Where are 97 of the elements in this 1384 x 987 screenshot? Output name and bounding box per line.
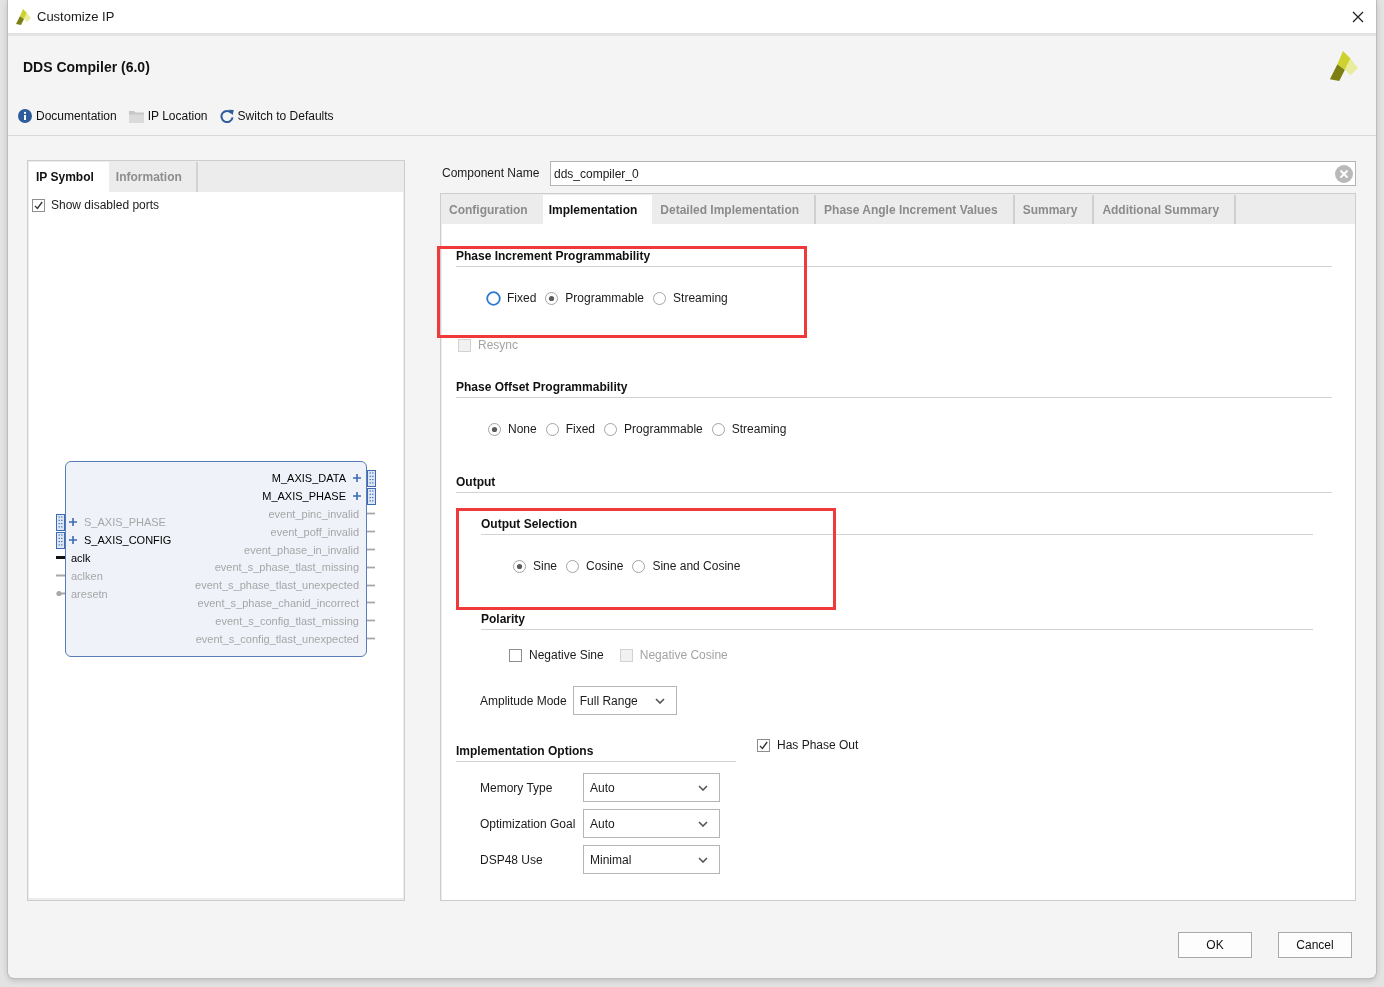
dropdown[interactable]: Minimal: [583, 845, 720, 874]
tab[interactable]: IP Symbol: [29, 162, 109, 192]
checkbox[interactable]: [32, 198, 45, 212]
radio-label: Fixed: [565, 422, 596, 436]
text-field[interactable]: dds_compiler_0: [550, 161, 1356, 186]
section-title: Phase Offset Programmability: [456, 380, 628, 394]
toolbar-button[interactable]: Switch to Defaults: [219, 106, 334, 126]
plus-icon[interactable]: [353, 492, 361, 501]
field-label: DSP48 Use: [480, 852, 544, 867]
bus-port-icon: [367, 487, 376, 505]
section-title: Output: [456, 475, 496, 489]
plus-icon[interactable]: [353, 474, 361, 483]
radio-label: Cosine: [586, 559, 624, 573]
checkbox-label: Negative Sine: [529, 648, 604, 662]
port-label: S_AXIS_PHASE: [84, 516, 166, 529]
dropdown[interactable]: Auto: [583, 809, 720, 838]
section-title: Polarity: [481, 612, 525, 626]
close-icon: [1352, 10, 1364, 23]
caret-icon: [698, 856, 708, 863]
port-label: M_AXIS_PHASE: [262, 490, 346, 503]
pin-icon: [367, 601, 375, 605]
info-icon: [18, 109, 32, 123]
dialog-button[interactable]: Cancel: [1278, 932, 1352, 958]
pin-with-circle-icon: [56, 590, 65, 598]
radio-label: Streaming: [731, 422, 787, 436]
pin-icon: [367, 565, 375, 569]
tab[interactable]: Implementation: [542, 195, 653, 224]
radio-button[interactable]: [486, 290, 501, 306]
radio-button[interactable]: [566, 559, 580, 573]
checkbox-label: Negative Cosine: [639, 648, 728, 662]
radio-label: None: [508, 422, 537, 436]
checkbox-label: Has Phase Out: [777, 738, 859, 752]
radio-button[interactable]: [545, 291, 559, 305]
caret-icon: [654, 697, 665, 704]
radio-button[interactable]: [545, 422, 559, 436]
dropdown[interactable]: Auto: [583, 773, 720, 802]
folder-icon: [128, 109, 144, 123]
pin-icon: [56, 556, 65, 560]
port-label: event_phase_in_invalid: [244, 543, 359, 556]
dropdown[interactable]: Full Range: [572, 686, 677, 715]
caret-icon: [698, 820, 708, 827]
port-label: event_s_phase_tlast_missing: [214, 561, 359, 574]
section-title: Implementation Options: [456, 744, 594, 758]
radio-button[interactable]: [653, 291, 667, 305]
field-label: Amplitude Mode: [480, 693, 567, 708]
radio-label: Sine and Cosine: [652, 559, 741, 573]
port-label: aclk: [71, 552, 91, 564]
section-title: Output Selection: [481, 517, 577, 531]
toolbar-button[interactable]: Documentation: [18, 106, 117, 126]
port-label: event_s_phase_tlast_unexpected: [195, 579, 359, 592]
pin-icon: [367, 530, 375, 534]
window-title: Customize IP: [37, 9, 115, 24]
port-label: event_s_config_tlast_missing: [215, 614, 359, 627]
radio-label: Streaming: [673, 291, 728, 305]
field-label: Memory Type: [480, 780, 554, 795]
port-label: event_poff_invalid: [270, 525, 359, 538]
radio-button[interactable]: [513, 559, 526, 573]
plus-icon[interactable]: [69, 518, 77, 527]
radio-label: Sine: [533, 559, 558, 573]
logo-icon: [1328, 50, 1358, 81]
ip-title: DDS Compiler (6.0): [23, 58, 150, 75]
port-label: aclken: [71, 569, 103, 582]
caret-icon: [698, 784, 708, 791]
radio-label: Programmable: [565, 291, 645, 305]
port-label: aresetn: [71, 587, 108, 600]
refresh-icon: [219, 109, 234, 123]
field-label: Component Name: [442, 166, 541, 180]
dialog-button[interactable]: OK: [1178, 932, 1252, 958]
port-label: event_s_config_tlast_unexpected: [195, 632, 359, 645]
checkbox[interactable]: [509, 648, 522, 662]
port-label: M_AXIS_DATA: [271, 472, 346, 485]
field-label: Optimization Goal: [480, 816, 577, 831]
pin-icon: [56, 574, 65, 578]
toolbar-button[interactable]: IP Location: [128, 106, 208, 126]
pin-icon: [367, 548, 375, 552]
checkbox[interactable]: [757, 738, 770, 752]
pin-icon: [367, 583, 375, 587]
radio-button[interactable]: [632, 559, 646, 573]
radio-label: Fixed: [507, 291, 537, 305]
checkbox-label: Resync: [478, 338, 518, 352]
app-logo-icon: [15, 8, 31, 25]
port-label: S_AXIS_CONFIG: [84, 534, 172, 547]
radio-label: Programmable: [624, 422, 703, 436]
radio-button[interactable]: [711, 422, 725, 436]
radio-button[interactable]: [488, 422, 501, 436]
pin-icon: [367, 637, 375, 641]
checkbox-label: Show disabled ports: [51, 198, 160, 212]
port-label: event_s_phase_chanid_incorrect: [197, 596, 359, 609]
section-title: Phase Increment Programmability: [456, 249, 651, 263]
bus-port-icon: [367, 469, 376, 487]
pin-icon: [367, 619, 375, 623]
bus-port-icon: [56, 531, 65, 549]
pin-icon: [367, 512, 375, 516]
radio-button[interactable]: [604, 422, 618, 436]
plus-icon[interactable]: [69, 536, 77, 545]
bus-port-icon: [56, 513, 65, 531]
port-label: event_pinc_invalid: [268, 508, 359, 520]
